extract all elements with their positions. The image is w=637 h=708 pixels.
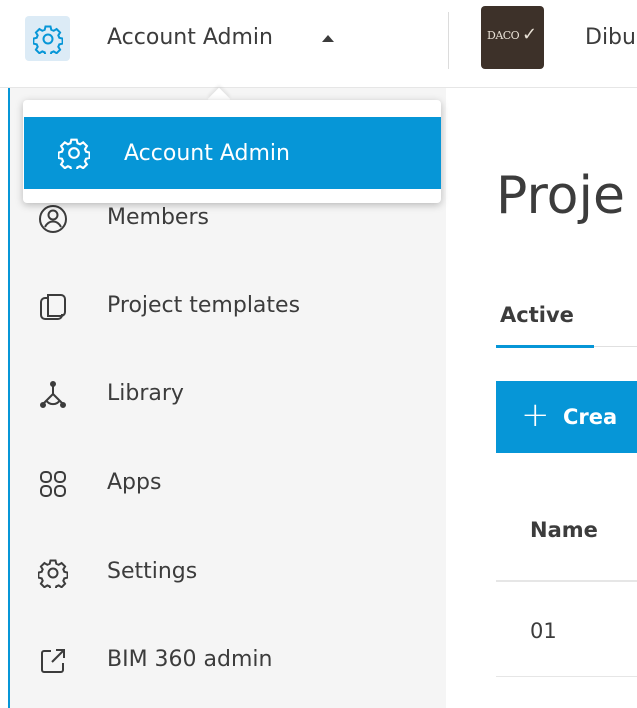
sidebar-item-library[interactable]: Library — [10, 364, 447, 424]
sidebar-item-settings[interactable]: Settings — [10, 542, 447, 602]
gear-icon — [38, 558, 68, 588]
logo-mark: ✓ — [522, 24, 538, 45]
plus-icon: + — [521, 395, 550, 435]
sidebar-item-label: Apps — [107, 470, 162, 495]
account-logo[interactable]: DACO ✓ — [481, 6, 544, 69]
sidebar-item-bim-360-admin[interactable]: BIM 360 admin — [10, 630, 447, 690]
table-header-divider — [496, 580, 637, 582]
sidebar-item-label: Settings — [107, 559, 198, 584]
table-header-name[interactable]: Name — [530, 518, 598, 542]
sidebar-item-project-templates[interactable]: Project templates — [10, 276, 447, 336]
gear-icon — [32, 24, 63, 54]
sidebar-item-label: Members — [107, 205, 209, 230]
top-bar: Account Admin DACO ✓ Dibu — [0, 0, 637, 88]
tab-active[interactable]: Active — [500, 303, 574, 327]
module-name[interactable]: Account Admin — [107, 25, 273, 50]
sidebar-item-apps[interactable]: Apps — [10, 453, 447, 513]
sidebar-item-label: BIM 360 admin — [107, 647, 273, 672]
tab-active-indicator — [496, 345, 594, 348]
table-cell-name[interactable]: 01 — [530, 619, 557, 643]
apps-icon — [38, 469, 68, 499]
external-link-icon — [38, 646, 68, 676]
dropdown-item-account-admin[interactable]: Account Admin — [24, 117, 441, 189]
account-name[interactable]: Dibu — [585, 25, 636, 50]
caret-up-icon[interactable] — [322, 35, 334, 42]
account-logo-text: DACO — [487, 29, 520, 42]
dropdown-item-label: Account Admin — [124, 141, 290, 166]
page-title: Proje — [496, 166, 625, 226]
sidebar-item-label: Library — [107, 381, 184, 406]
tab-divider — [594, 346, 637, 347]
gear-icon — [58, 137, 90, 169]
sidebar-item-label: Project templates — [107, 293, 301, 318]
create-project-button[interactable]: + Crea — [496, 381, 637, 453]
template-icon — [38, 292, 68, 322]
table-row-divider — [496, 676, 637, 677]
module-switcher-button[interactable] — [25, 16, 70, 61]
library-icon — [38, 380, 68, 410]
member-icon — [38, 204, 68, 234]
create-button-label: Crea — [563, 405, 618, 429]
divider — [448, 12, 449, 69]
